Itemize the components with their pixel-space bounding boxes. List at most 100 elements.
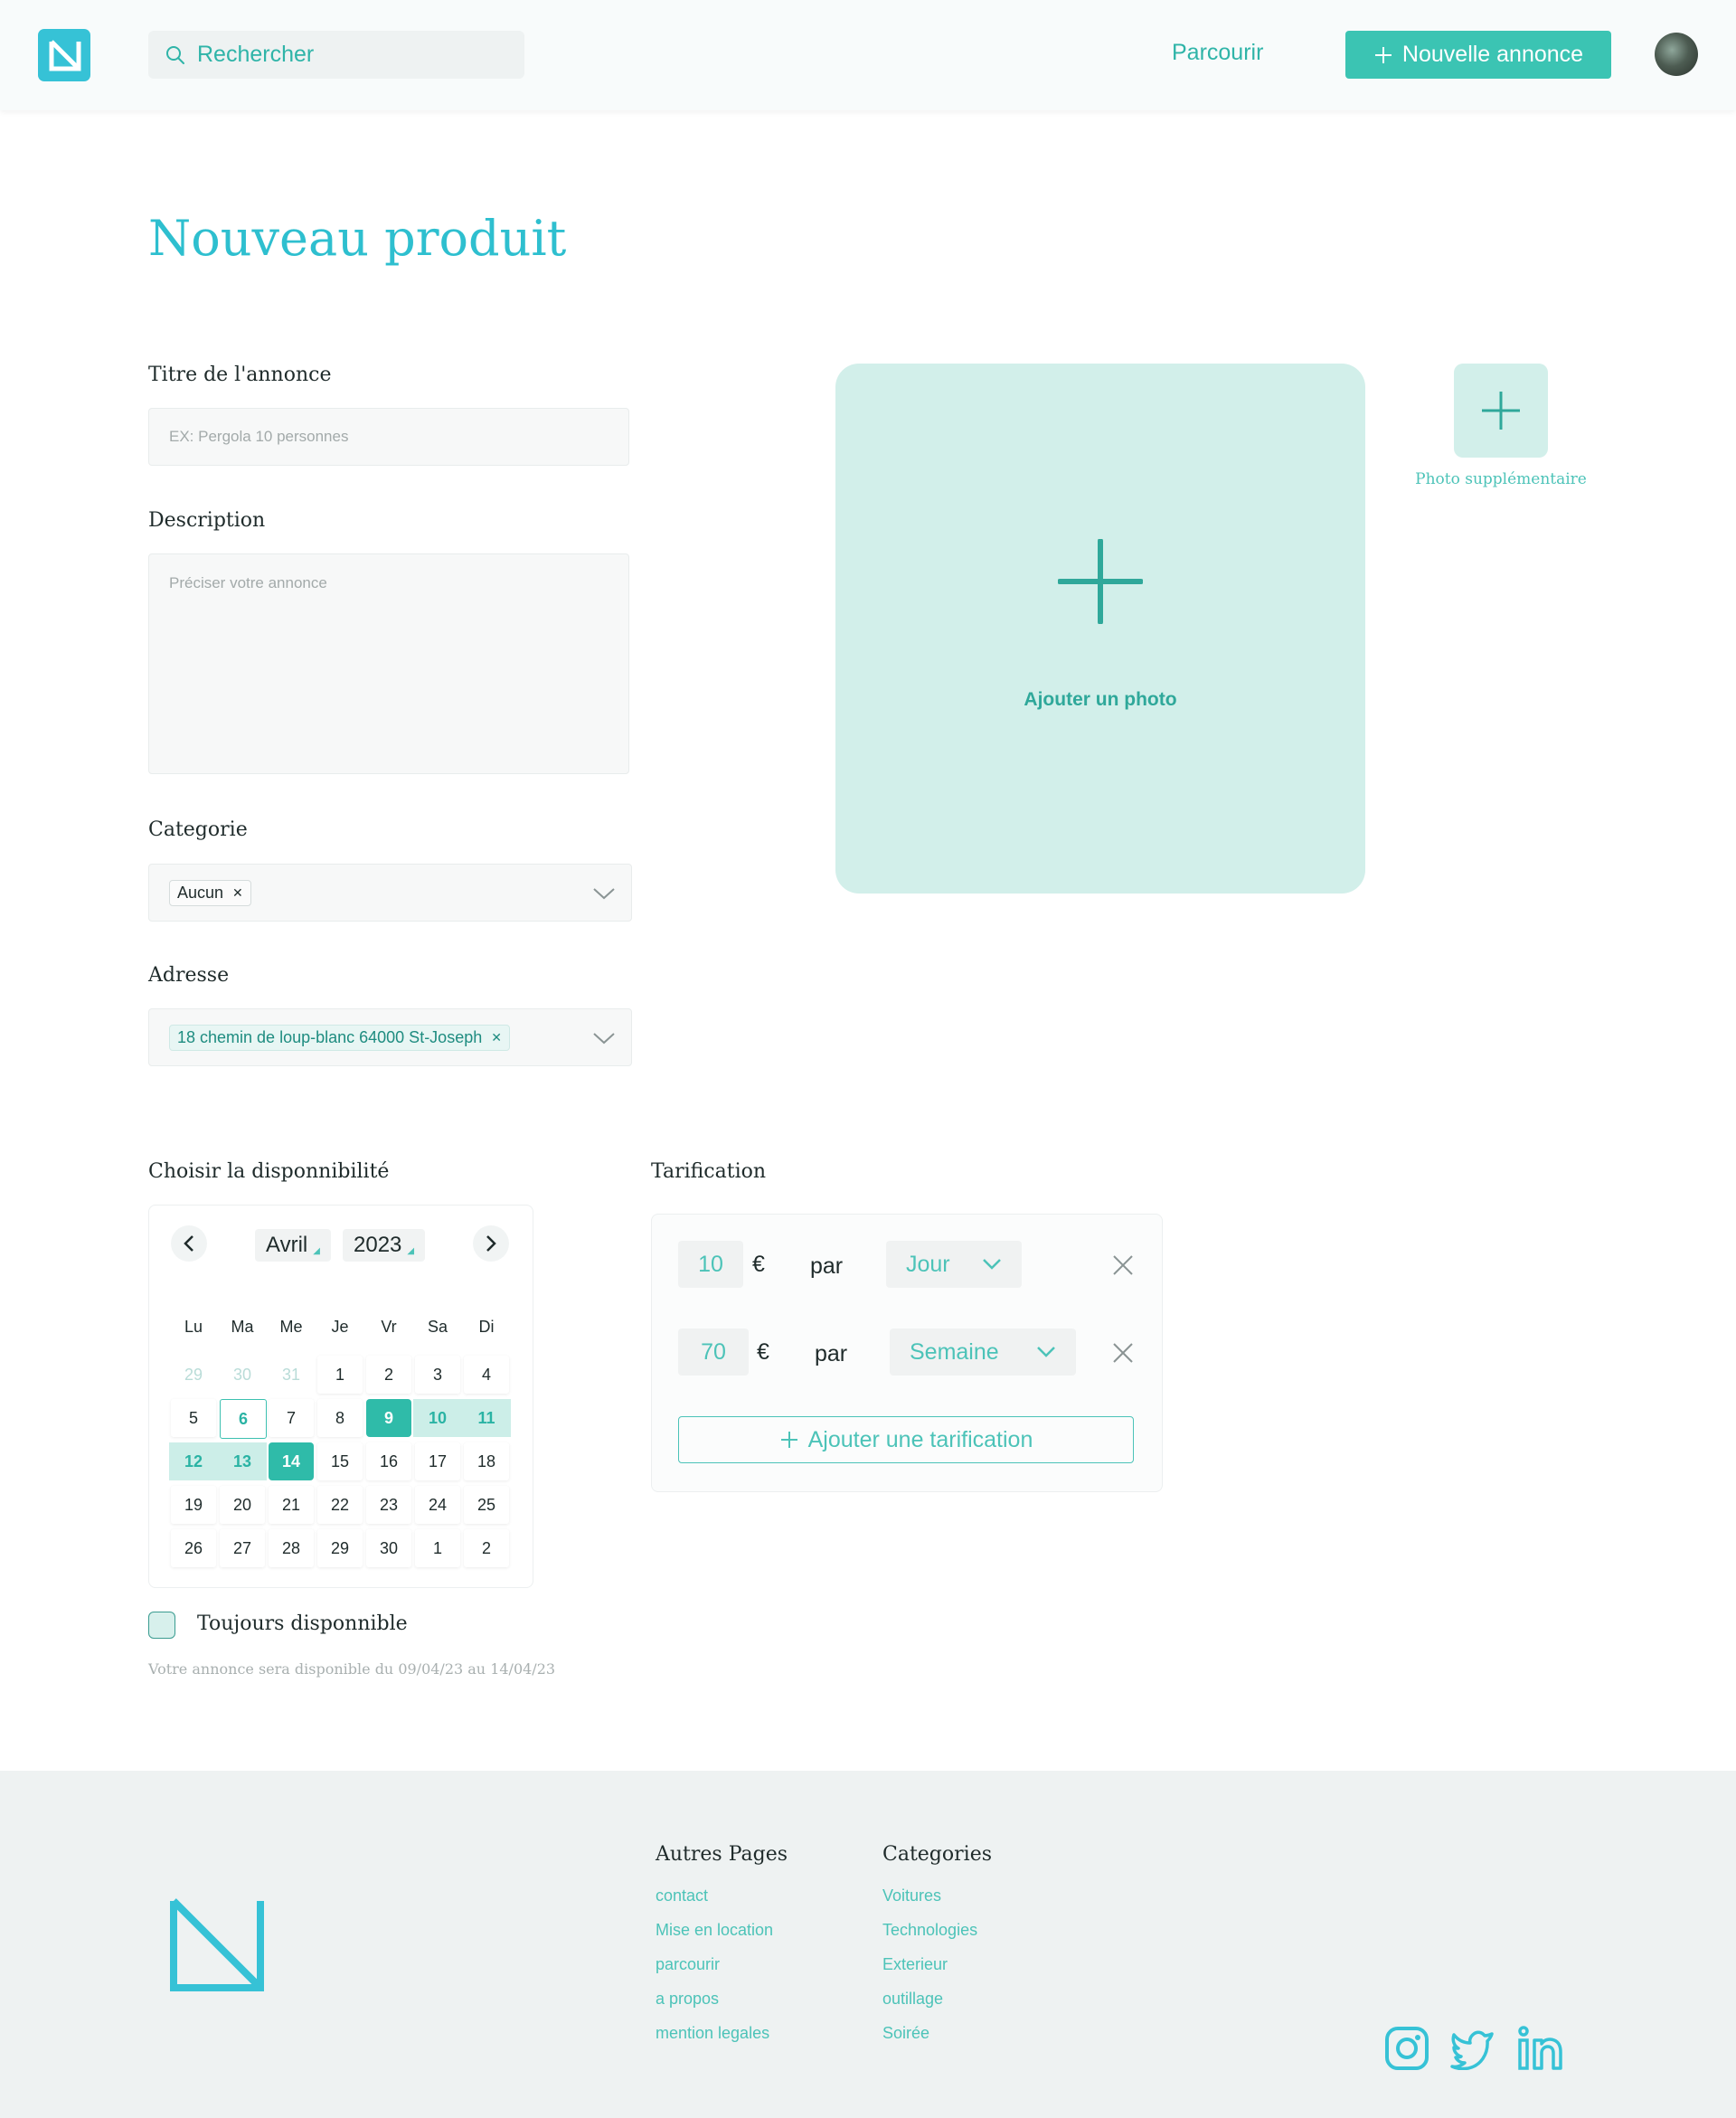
description-textarea[interactable]: Préciser votre annonce <box>148 553 629 774</box>
year-label: 2023 <box>354 1233 402 1257</box>
always-available-checkbox[interactable] <box>148 1612 175 1639</box>
calendar-day[interactable]: 19 <box>171 1486 216 1524</box>
address-label: Adresse <box>148 964 230 987</box>
calendar-day[interactable]: 2 <box>366 1356 411 1394</box>
footer-link[interactable]: mention legales <box>656 2024 769 2043</box>
calendar-day[interactable]: 28 <box>269 1529 314 1567</box>
calendar-day[interactable]: 15 <box>317 1442 363 1480</box>
search-input[interactable]: Rechercher <box>197 42 314 68</box>
plus-icon <box>1374 46 1392 63</box>
calendar-day[interactable]: 5 <box>171 1399 216 1437</box>
close-icon[interactable] <box>1112 1342 1134 1364</box>
year-select[interactable]: 2023 ◢ <box>343 1229 426 1262</box>
calendar-day[interactable]: 31 <box>269 1356 314 1394</box>
footer-link[interactable]: a propos <box>656 1990 719 2009</box>
calendar-day[interactable]: 14 <box>269 1442 314 1480</box>
calendar-day[interactable]: 22 <box>317 1486 363 1524</box>
chevron-down-icon[interactable] <box>592 886 616 901</box>
category-chip-label: Aucun <box>177 883 224 902</box>
instagram-icon[interactable] <box>1384 2026 1429 2071</box>
search-bar[interactable]: Rechercher <box>148 31 524 79</box>
unit-select[interactable]: Jour <box>886 1241 1022 1288</box>
calendar-day[interactable]: 3 <box>415 1356 460 1394</box>
title-placeholder: EX: Pergola 10 personnes <box>169 428 349 445</box>
linkedin-icon[interactable] <box>1517 2026 1564 2071</box>
calendar-day[interactable]: 30 <box>366 1529 411 1567</box>
calendar-day[interactable]: 23 <box>366 1486 411 1524</box>
extra-photo-label: Photo supplémentaire <box>1415 470 1587 488</box>
browse-link[interactable]: Parcourir <box>1172 40 1263 66</box>
calendar-day[interactable]: 24 <box>415 1486 460 1524</box>
add-pricing-label: Ajouter une tarification <box>807 1426 1033 1452</box>
category-label: Categorie <box>148 818 248 841</box>
page-title: Nouveau produit <box>148 210 567 267</box>
plus-icon <box>1482 392 1520 430</box>
calendar-day[interactable]: 25 <box>464 1486 509 1524</box>
chip-remove-icon[interactable]: ✕ <box>232 885 243 901</box>
avatar[interactable] <box>1655 33 1698 76</box>
chip-remove-icon[interactable]: ✕ <box>491 1030 502 1045</box>
address-select[interactable]: 18 chemin de loup-blanc 64000 St-Joseph … <box>148 1008 632 1066</box>
chevron-left-icon <box>184 1235 193 1252</box>
extra-photo-button[interactable] <box>1454 364 1548 458</box>
weekday-label: Sa <box>427 1318 448 1336</box>
category-chip[interactable]: Aucun ✕ <box>169 879 251 906</box>
calendar-day[interactable]: 13 <box>218 1442 267 1480</box>
footer-link[interactable]: parcourir <box>656 1955 720 1974</box>
chevron-right-icon <box>486 1235 496 1252</box>
always-available-label: Toujours disponnible <box>197 1612 408 1635</box>
footer-link[interactable]: Mise en location <box>656 1921 773 1940</box>
calendar-prev-button[interactable] <box>171 1225 207 1262</box>
calendar-day[interactable]: 4 <box>464 1356 509 1394</box>
footer-category-link[interactable]: Technologies <box>882 1921 977 1940</box>
plus-icon <box>780 1432 797 1448</box>
close-icon[interactable] <box>1112 1254 1134 1276</box>
address-chip-label: 18 chemin de loup-blanc 64000 St-Joseph <box>177 1027 483 1046</box>
calendar-day[interactable]: 7 <box>269 1399 314 1437</box>
calendar-day[interactable]: 20 <box>220 1486 265 1524</box>
calendar-day[interactable]: 8 <box>317 1399 363 1437</box>
twitter-icon[interactable] <box>1450 2028 1495 2070</box>
calendar-day[interactable]: 21 <box>269 1486 314 1524</box>
unit-select[interactable]: Semaine <box>890 1328 1076 1376</box>
month-select[interactable]: Avril ◢ <box>255 1229 331 1262</box>
address-chip[interactable]: 18 chemin de loup-blanc 64000 St-Joseph … <box>169 1024 510 1051</box>
weekday-label: Di <box>478 1318 495 1336</box>
logo[interactable] <box>38 29 90 81</box>
calendar-next-button[interactable] <box>473 1225 509 1262</box>
currency-symbol: € <box>757 1339 769 1365</box>
price-amount-input[interactable]: 70 <box>678 1328 749 1376</box>
calendar-day[interactable]: 18 <box>464 1442 509 1480</box>
footer-category-link[interactable]: Exterieur <box>882 1955 948 1974</box>
calendar-day[interactable]: 6 <box>220 1399 267 1439</box>
new-listing-label: Nouvelle annonce <box>1401 42 1584 67</box>
chevron-down-icon[interactable] <box>592 1031 616 1045</box>
add-photo-dropzone[interactable]: Ajouter un photo <box>835 364 1365 894</box>
add-pricing-button[interactable]: Ajouter une tarification <box>678 1416 1134 1463</box>
per-label: par <box>815 1341 848 1366</box>
calendar-day[interactable]: 16 <box>366 1442 411 1480</box>
price-amount-input[interactable]: 10 <box>678 1241 743 1288</box>
calendar-day[interactable]: 10 <box>413 1399 462 1437</box>
calendar-day[interactable]: 27 <box>220 1529 265 1567</box>
calendar-day[interactable]: 29 <box>171 1356 216 1394</box>
description-label: Description <box>148 509 266 532</box>
calendar-day[interactable]: 26 <box>171 1529 216 1567</box>
footer-link[interactable]: contact <box>656 1886 708 1905</box>
calendar-day[interactable]: 11 <box>462 1399 511 1437</box>
calendar-day[interactable]: 29 <box>317 1529 363 1567</box>
calendar-day[interactable]: 17 <box>415 1442 460 1480</box>
title-input[interactable]: EX: Pergola 10 personnes <box>148 408 629 466</box>
footer-category-link[interactable]: outillage <box>882 1990 943 2009</box>
calendar-day[interactable]: 2 <box>464 1529 509 1567</box>
footer-category-link[interactable]: Soirée <box>882 2024 929 2043</box>
calendar-day[interactable]: 1 <box>415 1529 460 1567</box>
calendar-day[interactable]: 12 <box>169 1442 218 1480</box>
footer-category-link[interactable]: Voitures <box>882 1886 941 1905</box>
new-listing-button[interactable]: Nouvelle annonce <box>1345 31 1611 79</box>
weekday-label: Vr <box>381 1318 397 1336</box>
calendar-day[interactable]: 1 <box>317 1356 363 1394</box>
calendar-day[interactable]: 9 <box>366 1399 411 1437</box>
category-select[interactable]: Aucun ✕ <box>148 864 632 922</box>
calendar-day[interactable]: 30 <box>220 1356 265 1394</box>
